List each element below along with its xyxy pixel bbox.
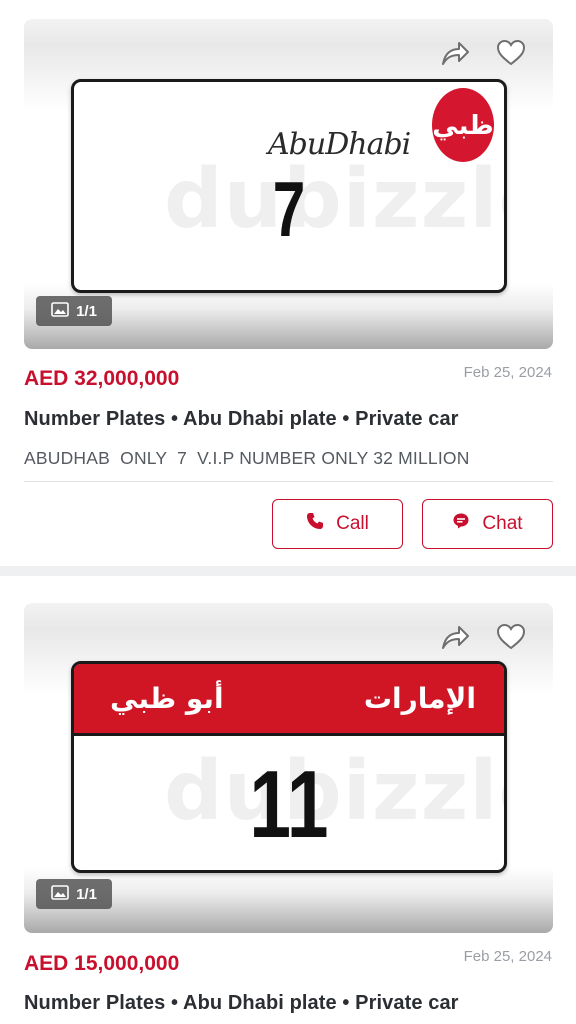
chat-icon xyxy=(452,512,470,536)
call-button[interactable]: Call xyxy=(272,499,403,549)
phone-icon xyxy=(306,512,324,536)
call-label: Call xyxy=(336,513,369,534)
posted-date: Feb 25, 2024 xyxy=(463,364,552,381)
plate-number: 7 xyxy=(272,165,306,253)
image-actions xyxy=(437,621,529,653)
listing-category[interactable]: Number Plates • Abu Dhabi plate • Privat… xyxy=(24,992,459,1015)
card-separator xyxy=(0,566,576,576)
price: AED 15,000,000 xyxy=(24,952,180,975)
image-actions xyxy=(437,37,529,69)
share-icon[interactable] xyxy=(437,621,473,653)
heart-icon[interactable] xyxy=(493,621,529,653)
image-counter: 1/1 xyxy=(36,879,112,909)
listing-image[interactable]: dubizzle AbuDhabi ظبي 7 1/1 xyxy=(24,19,553,349)
image-icon xyxy=(51,301,69,321)
listing-description[interactable]: ABUDHAB ONLY 7 V.I.P NUMBER ONLY 32 MILL… xyxy=(24,448,470,469)
listing-image[interactable]: أبو ظبي الإمارات dubizzle 11 1/1 xyxy=(24,603,553,933)
listing-card[interactable]: أبو ظبي الإمارات dubizzle 11 1/1 xyxy=(0,576,576,1024)
number-plate-image: أبو ظبي الإمارات dubizzle 11 xyxy=(71,661,507,873)
plate-number: 11 xyxy=(249,751,329,858)
image-icon xyxy=(51,884,69,904)
chat-label: Chat xyxy=(482,513,523,534)
plate-header-right: الإمارات xyxy=(363,682,476,715)
listing-category[interactable]: Number Plates • Abu Dhabi plate • Privat… xyxy=(24,408,459,431)
listings-page: dubizzle AbuDhabi ظبي 7 1/1 AED 32,00 xyxy=(0,0,576,1024)
listing-card[interactable]: dubizzle AbuDhabi ظبي 7 1/1 AED 32,00 xyxy=(0,0,576,566)
price: AED 32,000,000 xyxy=(24,367,180,390)
image-count-text: 1/1 xyxy=(76,302,97,320)
heart-icon[interactable] xyxy=(493,37,529,69)
plate-header-left: أبو ظبي xyxy=(110,682,224,715)
number-plate-image: dubizzle AbuDhabi ظبي 7 xyxy=(71,79,507,293)
posted-date: Feb 25, 2024 xyxy=(463,948,552,965)
abu-dhabi-emblem-logo: ظبي xyxy=(432,88,494,162)
plate-header: أبو ظبي الإمارات xyxy=(74,664,504,736)
divider xyxy=(24,481,553,482)
chat-button[interactable]: Chat xyxy=(422,499,553,549)
image-counter: 1/1 xyxy=(36,296,112,326)
image-count-text: 1/1 xyxy=(76,885,97,903)
plate-city-text: AbuDhabi xyxy=(268,127,411,162)
share-icon[interactable] xyxy=(437,37,473,69)
